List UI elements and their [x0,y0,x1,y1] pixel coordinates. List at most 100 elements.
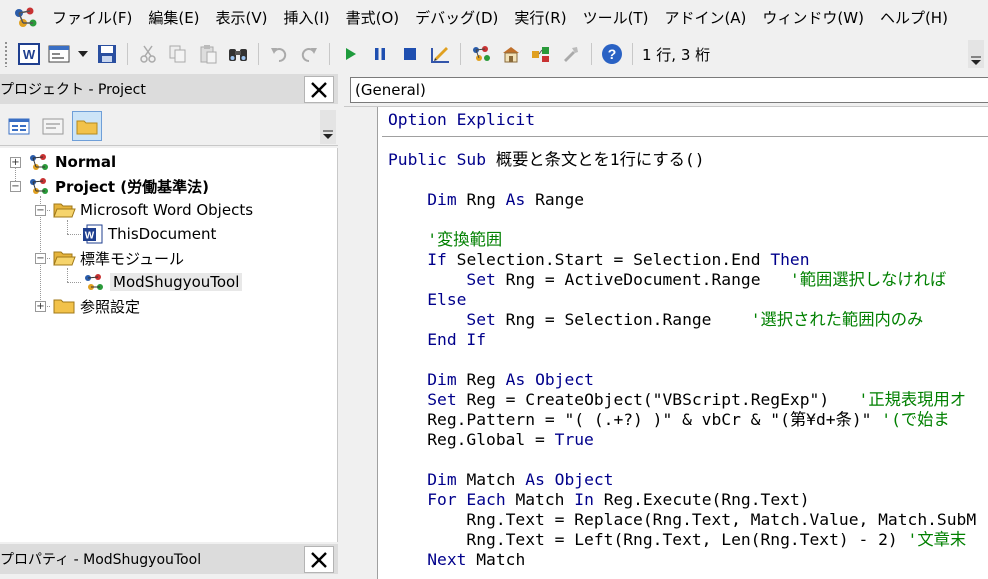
code-text: Range [535,190,585,209]
code-line[interactable]: '変換範囲 [388,230,976,250]
menu-bar: ファイル(F) 編集(E) 表示(V) 挿入(I) 書式(O) デバッグ(D) … [0,0,988,36]
code-line[interactable] [388,130,976,150]
expand-icon[interactable]: + [35,300,46,312]
menu-format[interactable]: 書式(O) [338,3,408,33]
toolbar-options-button[interactable] [968,40,984,68]
toolbar-grip[interactable] [4,41,8,67]
menu-debug[interactable]: デバッグ(D) [407,3,506,33]
project-explorer-icon [473,46,490,61]
code-line[interactable] [388,350,976,370]
menu-view[interactable]: 表示(V) [208,3,276,33]
code-line[interactable]: Rng.Text = Replace(Rng.Text, Match.Value… [388,510,976,530]
code-line[interactable] [388,450,976,470]
tree-item-references[interactable]: + 参照設定 [35,295,140,317]
tree-item-module-selected[interactable]: ModShugyouTool [82,271,243,293]
code-line[interactable]: Dim Reg As Object [388,370,976,390]
code-text: Selection.Start = Selection.End [456,250,771,269]
insert-dropdown-button[interactable] [77,42,89,66]
tree-connector [67,268,68,282]
vba-app-icon[interactable] [10,3,40,33]
object-browser-button[interactable] [529,42,553,66]
redo-button[interactable] [297,42,321,66]
code-line[interactable]: Set Reg = CreateObject("VBScript.RegExp"… [388,390,976,410]
expand-icon[interactable]: + [10,156,21,168]
undo-button[interactable] [267,42,291,66]
paste-button[interactable] [196,42,220,66]
code-line[interactable]: Set Rng = Selection.Range '選択された範囲内のみ [388,310,976,330]
menu-file[interactable]: ファイル(F) [44,3,140,33]
tree-label: ThisDocument [108,225,217,243]
break-button[interactable] [368,42,392,66]
code-comment: '(で始ま [881,410,950,429]
toolbox-button[interactable] [559,42,583,66]
code-line[interactable]: Else [388,290,976,310]
collapse-icon[interactable]: − [35,204,46,216]
cut-button[interactable] [136,42,160,66]
menu-tools[interactable]: ツール(T) [575,3,657,33]
view-code-button[interactable] [4,111,34,141]
menu-addins[interactable]: アドイン(A) [656,3,754,33]
help-button[interactable]: ? [600,42,624,66]
properties-panel-close-button[interactable] [304,546,334,573]
undo-icon [271,48,287,63]
tree-connector [67,220,68,234]
menu-run[interactable]: 実行(R) [506,3,574,33]
code-line[interactable]: Dim Match As Object [388,470,976,490]
run-button[interactable] [338,42,362,66]
save-button[interactable] [95,42,119,66]
tree-connector [67,234,81,235]
object-dropdown[interactable]: (General) [350,77,988,103]
view-word-button[interactable]: W [17,42,41,66]
code-line[interactable] [388,210,976,230]
code-line[interactable]: Reg.Pattern = "( (.+?) )" & vbCr & "(第¥d… [388,410,976,430]
project-explorer-button[interactable] [469,42,493,66]
tree-item-normal[interactable]: + Normal [10,151,116,173]
code-editor[interactable]: Option Explicit Public Sub 概要と条文とを1行にする()… [344,106,988,579]
word-document-icon: W [83,224,103,244]
folder-icon [76,120,98,134]
menu-help[interactable]: ヘルプ(H) [872,3,956,33]
design-mode-button[interactable] [428,42,452,66]
properties-window-button[interactable] [499,42,523,66]
project-toolbar-options[interactable] [320,110,336,144]
code-margin-indicator-bar[interactable] [344,107,378,579]
code-line[interactable]: Rng.Text = Left(Rng.Text, Len(Rng.Text) … [388,530,976,550]
collapse-icon[interactable]: − [10,180,21,192]
code-keyword: Option Explicit [388,110,536,129]
code-line[interactable]: Next Match [388,550,976,570]
code-line[interactable]: Reg.Global = True [388,430,976,450]
code-line[interactable] [388,170,976,190]
project-panel-toolbar [0,106,338,146]
tree-item-project[interactable]: − Project (労働基準法) [10,175,209,197]
code-keyword: Dim [427,470,467,489]
menu-insert[interactable]: 挿入(I) [276,3,338,33]
menu-window[interactable]: ウィンドウ(W) [754,3,872,33]
code-keyword: Set [427,390,467,409]
copy-button[interactable] [166,42,190,66]
code-line[interactable]: End If [388,330,976,350]
tree-item-this-document[interactable]: W ThisDocument [82,223,216,245]
code-line[interactable]: Public Sub 概要と条文とを1行にする() [388,150,976,170]
view-object-button[interactable] [38,111,68,141]
stop-icon [404,48,416,60]
insert-userform-button[interactable] [47,42,71,66]
menu-edit[interactable]: 編集(E) [140,3,207,33]
code-line[interactable]: Option Explicit [388,110,976,130]
tree-item-word-objects[interactable]: − Microsoft Word Objects [35,199,253,221]
collapse-icon[interactable]: − [35,252,46,264]
find-button[interactable] [226,42,250,66]
design-mode-icon [431,47,449,63]
code-line[interactable]: If Selection.Start = Selection.End Then [388,250,976,270]
code-text: Rng.Text = Replace(Rng.Text, Match.Value… [388,510,977,529]
project-panel-close-button[interactable] [304,76,334,103]
code-keyword: End If [427,330,487,349]
reset-button[interactable] [398,42,422,66]
tree-item-modules[interactable]: − 標準モジュール [35,247,184,269]
code-line[interactable]: Dim Rng As Range [388,190,976,210]
toggle-folders-button[interactable] [72,110,102,141]
userform-icon [48,45,70,63]
code-line[interactable]: Set Rng = ActiveDocument.Range '範囲選択しなけれ… [388,270,976,290]
code-line[interactable]: For Each Match In Reg.Execute(Rng.Text) [388,490,976,510]
